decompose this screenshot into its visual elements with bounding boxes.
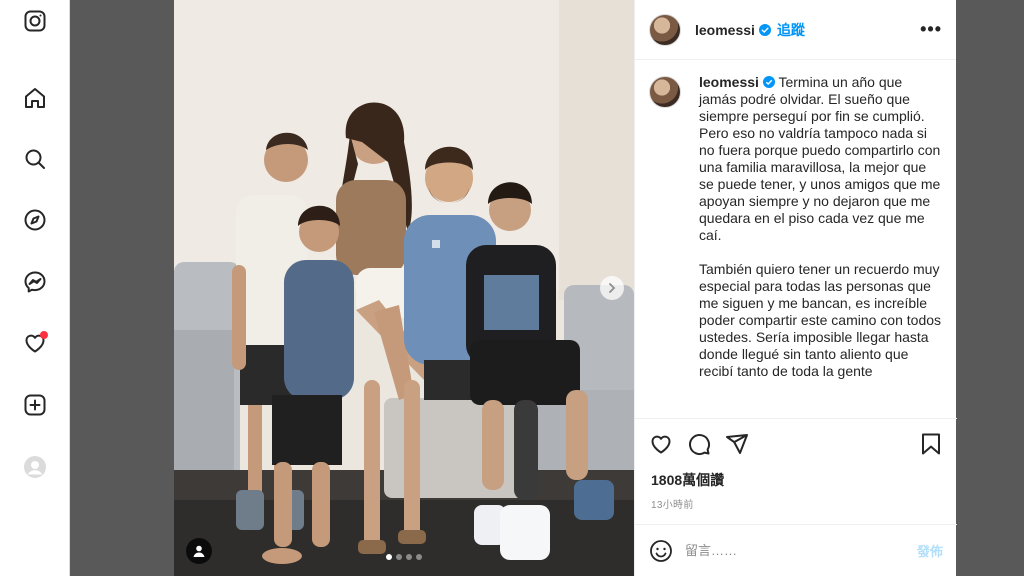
post-side-panel: leomessi 追蹤 ••• leomessi Termina un año … <box>634 0 957 576</box>
verified-badge-icon <box>762 76 775 88</box>
search-icon[interactable] <box>22 146 48 172</box>
explore-icon[interactable] <box>22 207 48 233</box>
bookmark-icon <box>922 433 940 454</box>
carousel-dot <box>396 554 402 560</box>
home-icon[interactable] <box>22 85 48 111</box>
comment-input[interactable] <box>685 543 885 558</box>
post-actions <box>635 418 957 468</box>
caption-paragraph-1: Termina un año que jamás podré olvidar. … <box>699 74 941 243</box>
chevron-right-icon <box>609 283 616 293</box>
profile-icon[interactable] <box>22 454 48 480</box>
likes-count[interactable]: 1808萬個讚 <box>651 470 724 490</box>
comment-icon <box>689 433 711 455</box>
create-icon[interactable] <box>22 392 48 418</box>
sidebar-nav <box>0 0 70 576</box>
messenger-icon[interactable] <box>22 269 48 295</box>
post-comment-button[interactable]: 發佈 <box>917 541 943 560</box>
comment-button[interactable] <box>687 432 711 456</box>
more-options-icon[interactable]: ••• <box>920 19 942 40</box>
post-photo[interactable] <box>174 0 634 576</box>
carousel-dot <box>406 554 412 560</box>
carousel-dot <box>416 554 422 560</box>
like-button[interactable] <box>649 432 673 456</box>
send-icon <box>726 433 748 454</box>
caption-paragraph-2: También quiero tener un recuerdo muy esp… <box>699 261 942 379</box>
heart-icon <box>651 435 671 453</box>
post-caption: leomessi Termina un año que jamás podré … <box>635 60 957 418</box>
verified-badge-icon <box>758 23 771 36</box>
instagram-icon[interactable] <box>22 8 48 34</box>
tagged-users-button[interactable] <box>186 538 212 564</box>
next-slide-button[interactable] <box>600 276 624 300</box>
comment-composer: 發佈 <box>635 524 957 576</box>
carousel-indicator <box>174 554 634 560</box>
post-dialog: leomessi 追蹤 ••• leomessi Termina un año … <box>174 0 957 576</box>
emoji-icon[interactable] <box>649 539 673 563</box>
share-button[interactable] <box>725 432 749 456</box>
family-photo-image <box>174 0 634 576</box>
notification-dot <box>40 331 48 339</box>
follow-button[interactable]: 追蹤 <box>777 20 805 40</box>
caption-text: leomessi Termina un año que jamás podré … <box>699 74 943 418</box>
save-button[interactable] <box>919 432 943 456</box>
post-timestamp[interactable]: 13小時前 <box>651 496 694 511</box>
caption-username[interactable]: leomessi <box>699 74 759 90</box>
avatar[interactable] <box>649 13 681 46</box>
carousel-dot <box>386 554 392 560</box>
notifications-icon[interactable] <box>22 330 48 356</box>
post-header: leomessi 追蹤 ••• <box>635 0 956 60</box>
header-username[interactable]: leomessi <box>695 22 755 38</box>
avatar[interactable] <box>649 76 681 108</box>
